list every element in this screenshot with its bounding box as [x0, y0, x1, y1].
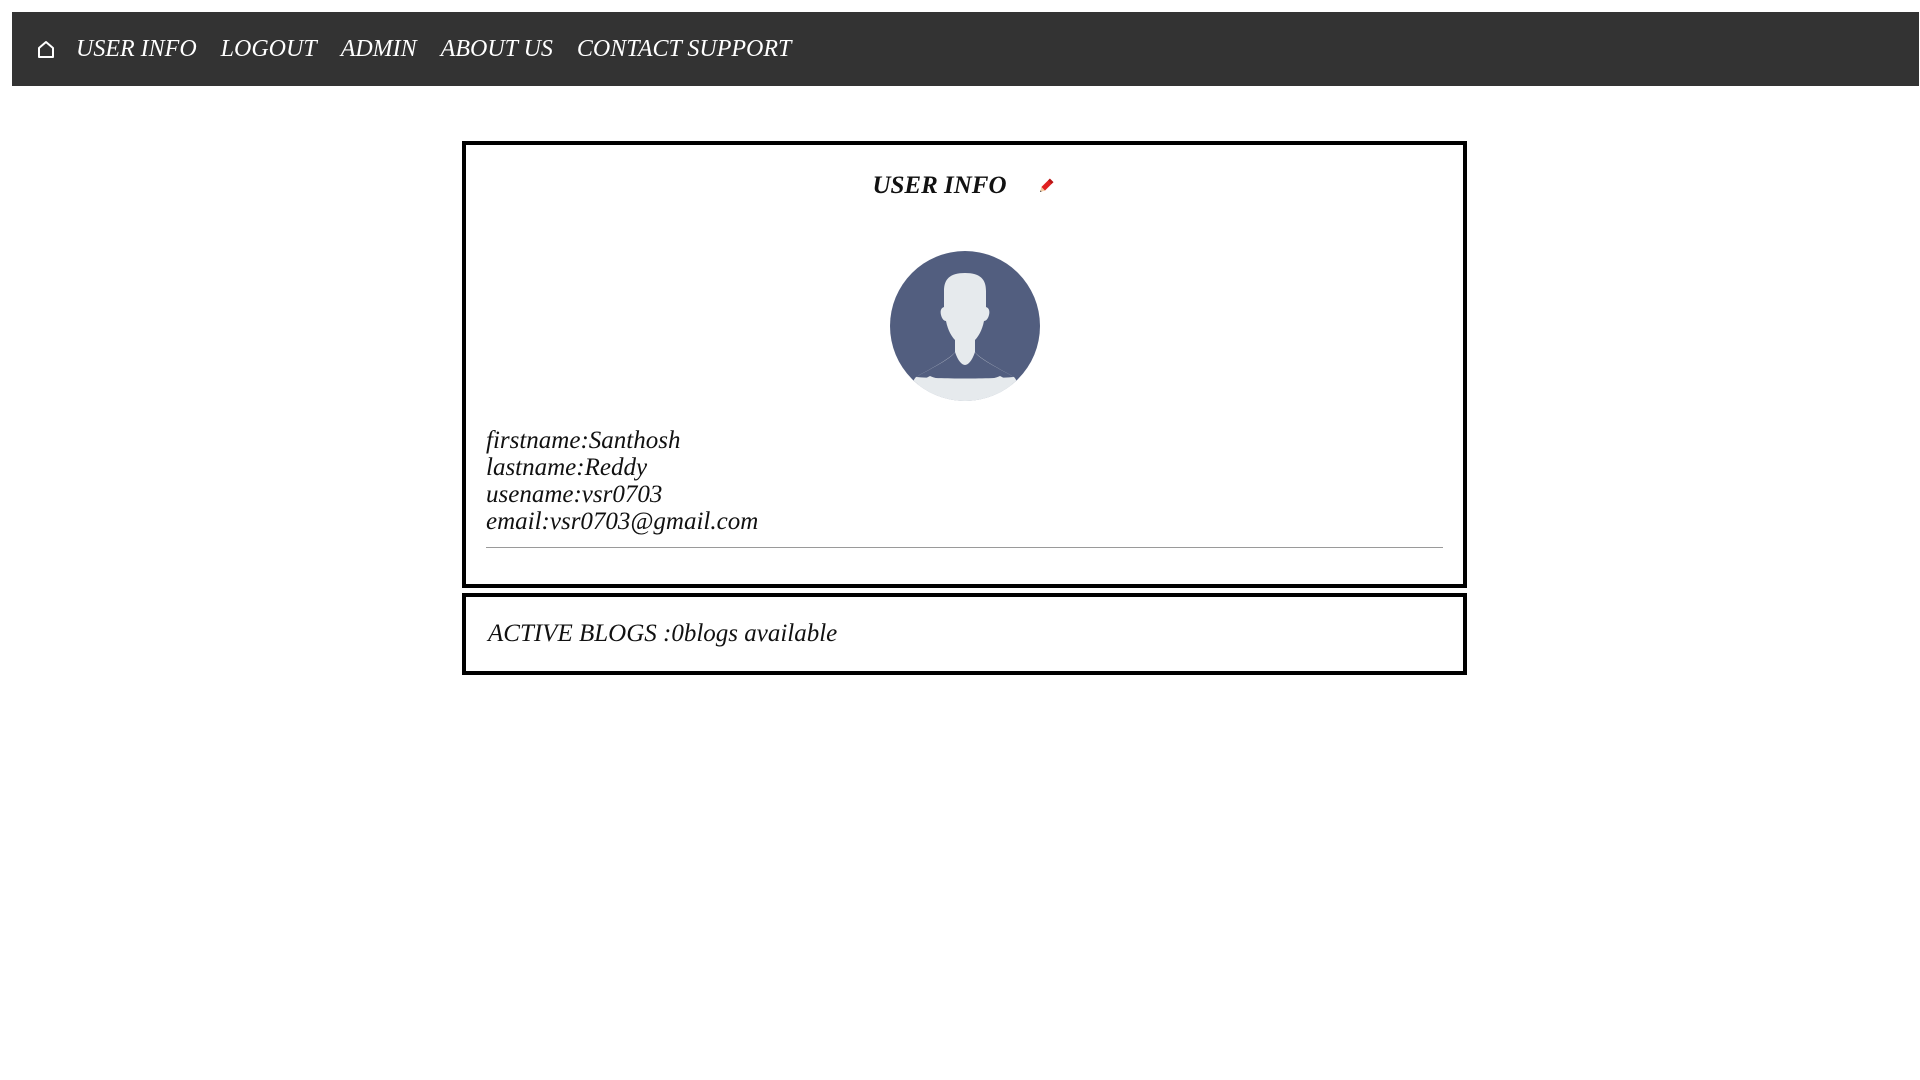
nav-link-contact-support[interactable]: CONTACT SUPPORT: [577, 36, 792, 63]
home-icon[interactable]: [34, 34, 58, 64]
user-avatar-icon: [889, 251, 1040, 401]
card-title: USER INFO: [872, 172, 1007, 199]
nav-link-admin[interactable]: ADMIN: [341, 36, 417, 63]
pencil-icon[interactable]: [1035, 175, 1057, 197]
nav-link-logout[interactable]: LOGOUT: [221, 36, 317, 63]
lastname-field: lastname:Reddy: [486, 454, 648, 481]
active-blogs-text: ACTIVE BLOGS :0blogs available: [488, 620, 838, 647]
avatar-wrap: [466, 251, 1463, 401]
nav-link-about-us[interactable]: ABOUT US: [441, 36, 553, 63]
email-field: email:vsr0703@gmail.com: [486, 508, 759, 535]
nav-link-user-info[interactable]: USER INFO: [76, 36, 197, 63]
firstname-field: firstname:Santhosh: [486, 427, 681, 454]
username-field: usename:vsr0703: [486, 481, 663, 508]
user-details: firstname:Santhosh lastname:Reddy usenam…: [466, 427, 1463, 535]
active-blogs-card: ACTIVE BLOGS :0blogs available: [462, 593, 1467, 675]
card-header: USER INFO: [466, 171, 1463, 201]
navbar: USER INFO LOGOUT ADMIN ABOUT US CONTACT …: [12, 12, 1919, 86]
user-info-card: USER INFO firstname:Santhosh lastname:Re…: [462, 141, 1467, 588]
